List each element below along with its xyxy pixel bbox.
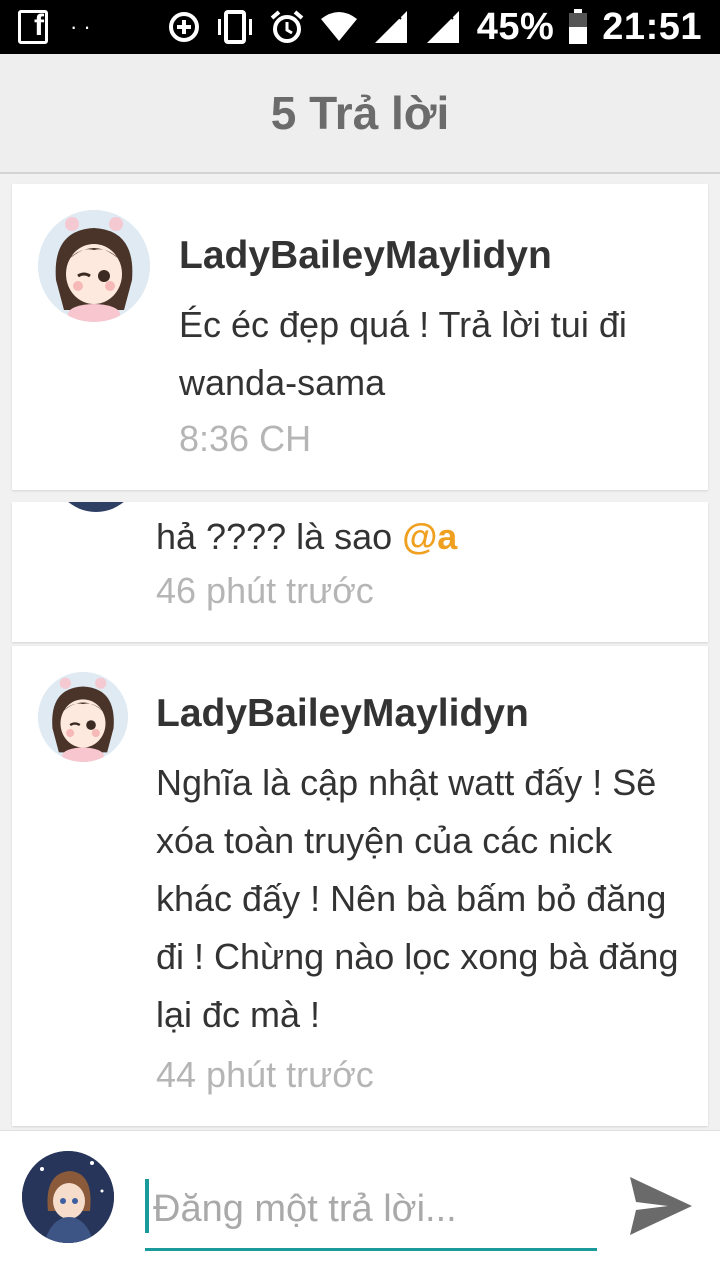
facebook-icon-letter: f [34, 10, 44, 42]
avatar-illustration [38, 672, 128, 762]
clock: 21:51 [602, 5, 702, 48]
signal-icon [374, 10, 407, 43]
text-cursor [145, 1179, 149, 1233]
battery-percent: 45% [476, 5, 555, 48]
current-user-avatar[interactable] [22, 1151, 114, 1243]
comment-username[interactable]: LadyBaileyMaylidyn [156, 692, 529, 736]
avatar[interactable] [38, 210, 150, 322]
comment-timestamp: 46 phút trước [156, 570, 374, 611]
vibrate-icon [217, 10, 252, 44]
send-icon[interactable] [628, 1175, 694, 1237]
comment-username[interactable]: LadyBaileyMaylidyn [179, 234, 552, 278]
alarm-icon [270, 10, 304, 43]
replies-header: 5 Trả lời [0, 54, 720, 174]
data-saver-icon [168, 12, 199, 42]
more-notifications-dots: ·· [70, 14, 97, 39]
avatar-illustration [38, 210, 150, 322]
comment-text: Éc éc đẹp quá ! Trả lời tui đi wanda-sam… [179, 304, 627, 403]
avatar[interactable] [38, 672, 128, 762]
comment-text: Nghĩa là cập nhật watt đấy ! Sẽ xóa toàn… [156, 762, 679, 1035]
wifi-icon [320, 12, 357, 41]
status-bar: f ·· 45% 21:51 [0, 0, 720, 54]
avatar-illustration [22, 1151, 114, 1243]
comment-text-body: hả ???? là sao [156, 516, 403, 557]
page-title: 5 Trả lời [270, 87, 450, 139]
mention-link[interactable]: @a [402, 516, 457, 557]
reply-composer [0, 1130, 720, 1281]
reply-input[interactable] [145, 1171, 597, 1251]
battery-icon [569, 9, 588, 44]
comment-text: hả ???? là sao @a [156, 508, 457, 566]
comment-card: LadyBaileyMaylidyn Éc éc đẹp quá ! Trả l… [12, 184, 708, 490]
signal-icon [426, 10, 459, 43]
comment-timestamp: 8:36 CH [179, 418, 312, 459]
comment-card: hả ???? là sao @a 46 phút trước [12, 502, 708, 642]
comment-card: LadyBaileyMaylidyn Nghĩa là cập nhật wat… [12, 646, 708, 1126]
avatar[interactable] [52, 502, 140, 512]
comment-timestamp: 44 phút trước [156, 1054, 374, 1095]
facebook-icon: f [18, 10, 48, 44]
